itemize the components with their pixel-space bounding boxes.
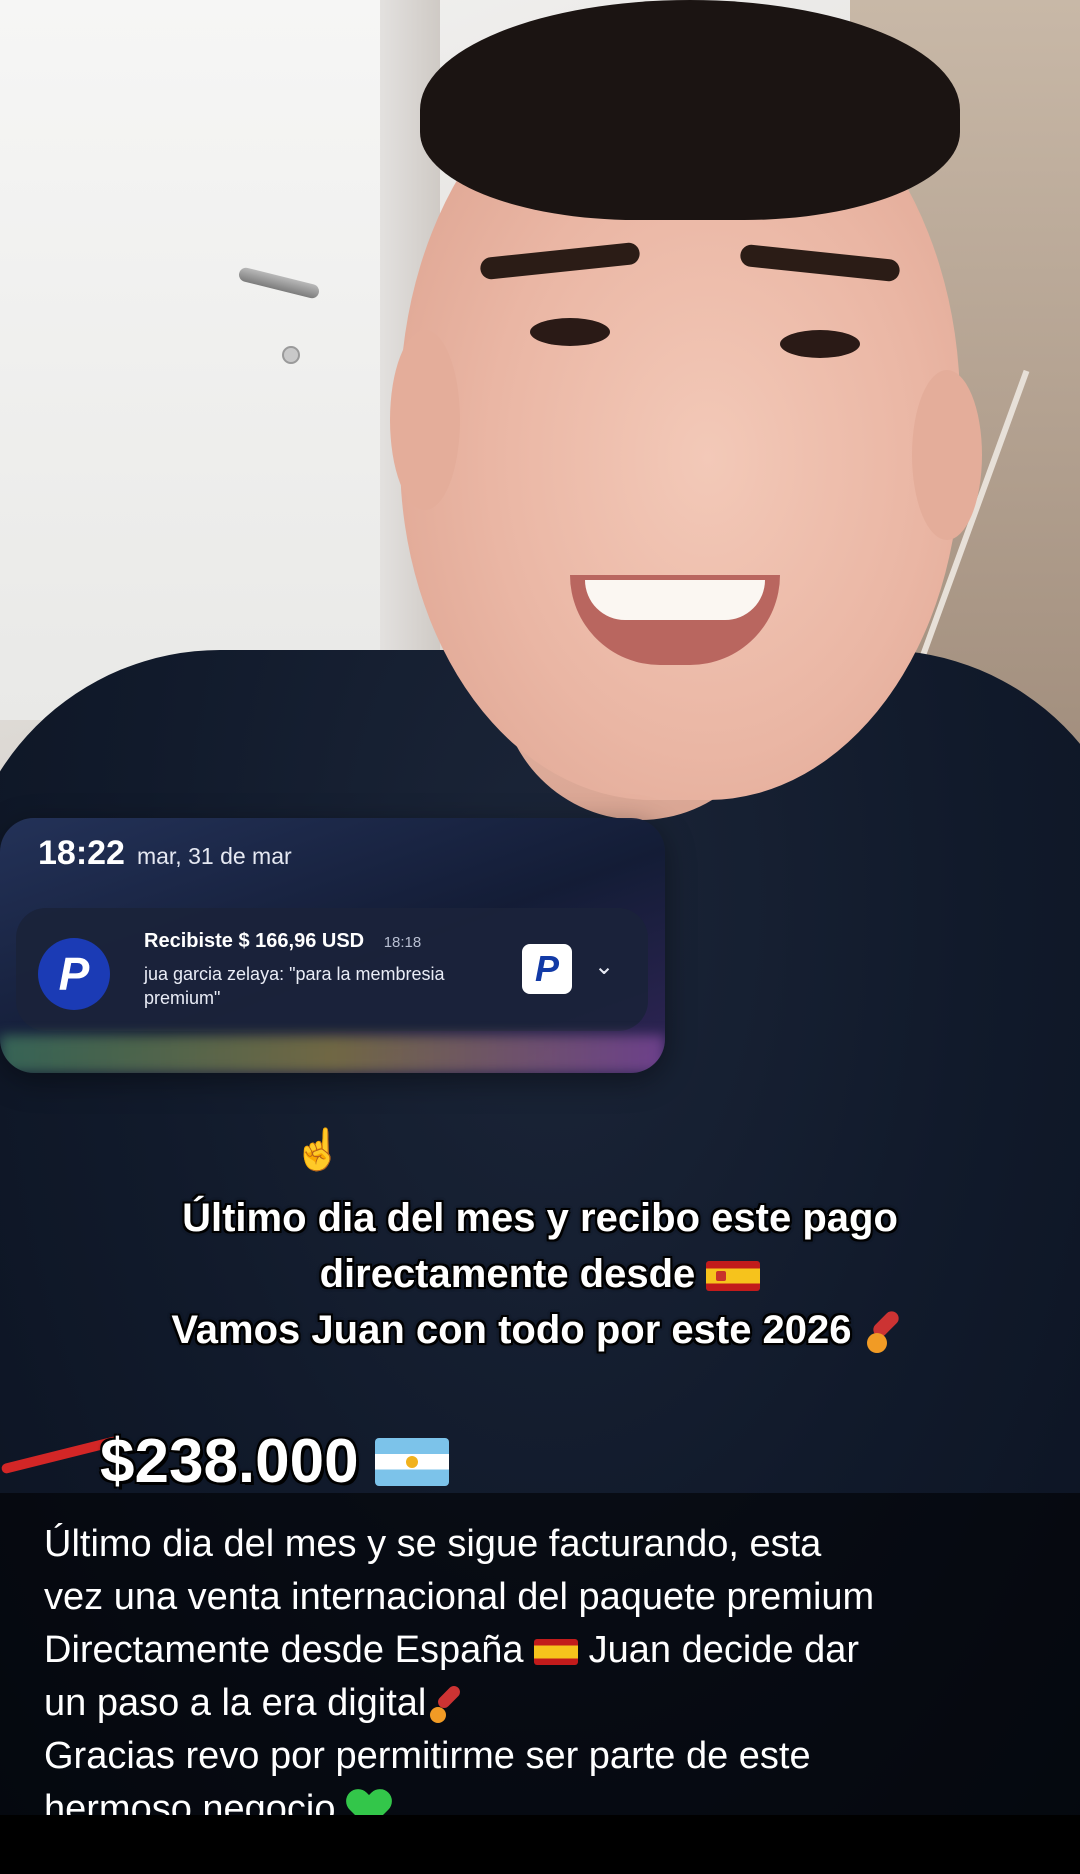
description-text: Último dia del mes y se sigue facturando… xyxy=(44,1518,1044,1836)
caption-line-3: Vamos Juan con todo por este 2026 xyxy=(40,1302,1040,1358)
description-line-3b: Juan decide dar xyxy=(588,1629,860,1671)
person-teeth xyxy=(585,580,765,620)
chevron-down-icon[interactable]: ⌄ xyxy=(594,952,614,981)
description-line-1: Último dia del mes y se sigue facturando… xyxy=(44,1523,822,1565)
caption-line-1: Último dia del mes y recibo este pago xyxy=(182,1196,898,1240)
description-line-4: un paso a la era digital xyxy=(44,1677,1044,1730)
paypal-icon: P xyxy=(38,938,110,1010)
spain-flag-icon xyxy=(534,1638,579,1665)
notification-timestamp: 18:18 xyxy=(383,934,422,951)
door xyxy=(0,0,430,720)
caption-line-2: directamente desde xyxy=(40,1246,1040,1302)
notification-title: Recibiste $ 166,96 USD xyxy=(144,930,365,952)
person-ear-right xyxy=(912,370,982,540)
rocket-icon xyxy=(863,1309,909,1355)
story-caption: Último dia del mes y recibo este pago di… xyxy=(40,1190,1040,1358)
person-hair xyxy=(420,0,960,220)
caption-line-2-text: directamente desde xyxy=(319,1252,696,1296)
spain-flag-icon xyxy=(706,1261,761,1292)
caption-line-3-text: Vamos Juan con todo por este 2026 xyxy=(171,1308,852,1352)
notification-title-row: Recibiste $ 166,96 USD 18:18 xyxy=(144,930,421,953)
paypal-thumbnail-icon: P xyxy=(522,944,572,994)
rocket-icon xyxy=(426,1683,470,1727)
amount-value: $238.000 xyxy=(100,1427,359,1496)
bottom-bar xyxy=(0,1815,1080,1874)
person-eye-right xyxy=(780,330,860,358)
paypal-notification[interactable]: P Recibiste $ 166,96 USD 18:18 jua garci… xyxy=(16,908,648,1031)
description-line-3: Directamente desde España Juan decide da… xyxy=(44,1624,1044,1677)
amount-label: $238.000 xyxy=(100,1426,449,1498)
description-line-5: Gracias revo por permitirme ser parte de… xyxy=(44,1735,811,1777)
description-line-4-text: un paso a la era digital xyxy=(44,1682,427,1724)
story-screen: 18:22 mar, 31 de mar P Recibiste $ 166,9… xyxy=(0,0,1080,1874)
argentina-flag-icon xyxy=(374,1438,449,1486)
person-ear-left xyxy=(390,330,460,510)
door-lock xyxy=(282,346,300,364)
pointing-hand-icon: ☝ xyxy=(293,1128,343,1172)
notification-panel: 18:22 mar, 31 de mar P Recibiste $ 166,9… xyxy=(0,818,665,1073)
clock-time: 18:22 xyxy=(38,834,125,872)
notification-body: jua garcia zelaya: "para la membresia pr… xyxy=(144,964,445,1008)
clock-date: mar, 31 de mar xyxy=(136,843,292,869)
description-line-2: vez una venta internacional del paquete … xyxy=(44,1576,875,1618)
description-line-3a: Directamente desde España xyxy=(44,1629,524,1671)
lockscreen-time-row: 18:22 mar, 31 de mar xyxy=(38,834,292,873)
person-eye-left xyxy=(530,318,610,346)
